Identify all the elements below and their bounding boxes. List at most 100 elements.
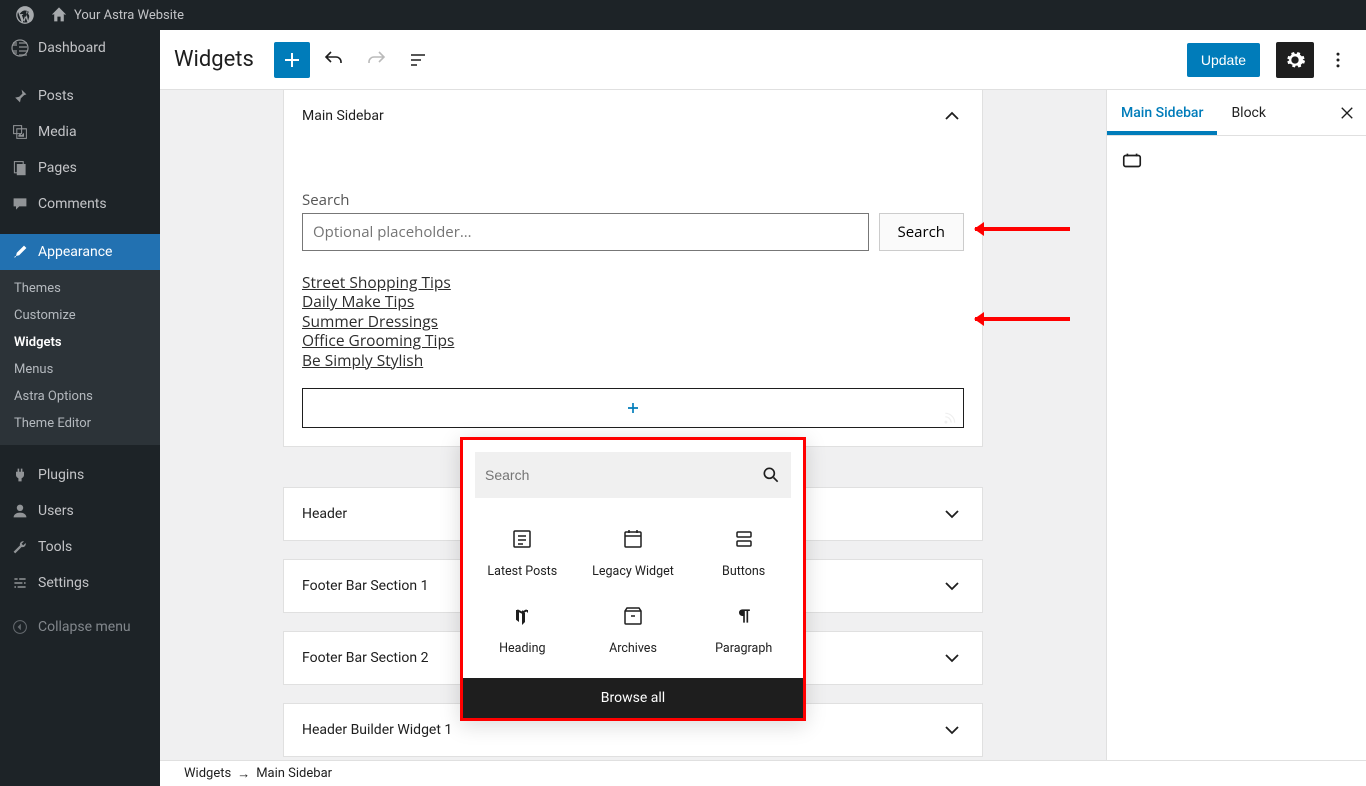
menu-posts[interactable]: Posts bbox=[0, 78, 160, 114]
collapse-label: Collapse menu bbox=[38, 619, 131, 635]
inserter-search bbox=[475, 452, 791, 498]
menu-label: Tools bbox=[38, 539, 72, 555]
menu-tools[interactable]: Tools bbox=[0, 529, 160, 565]
menu-users[interactable]: Users bbox=[0, 493, 160, 529]
wp-admin-bar: Your Astra Website bbox=[0, 0, 1366, 30]
more-button[interactable] bbox=[1324, 42, 1352, 78]
tab-block[interactable]: Block bbox=[1217, 90, 1280, 135]
editor-main: Widgets Update bbox=[160, 30, 1366, 786]
menu-plugins[interactable]: Plugins bbox=[0, 457, 160, 493]
plug-icon bbox=[10, 465, 30, 485]
block-label: Archives bbox=[609, 641, 657, 656]
close-inspector-button[interactable] bbox=[1328, 104, 1366, 122]
pin-icon bbox=[10, 86, 30, 106]
menu-label: Media bbox=[38, 124, 77, 140]
block-archives[interactable]: Archives bbox=[578, 591, 689, 668]
block-appender[interactable] bbox=[302, 388, 964, 428]
block-label: Heading bbox=[499, 641, 545, 656]
chevron-down-icon bbox=[940, 574, 964, 598]
site-name: Your Astra Website bbox=[74, 8, 184, 23]
sub-theme-editor[interactable]: Theme Editor bbox=[0, 410, 160, 437]
brush-icon bbox=[10, 242, 30, 262]
redo-button[interactable] bbox=[358, 42, 394, 78]
undo-button[interactable] bbox=[316, 42, 352, 78]
menu-comments[interactable]: Comments bbox=[0, 186, 160, 222]
editor-header: Widgets Update bbox=[160, 30, 1366, 90]
page-title: Widgets bbox=[174, 47, 254, 72]
search-submit-button[interactable]: Search bbox=[879, 213, 965, 251]
menu-appearance[interactable]: Appearance bbox=[0, 234, 160, 270]
menu-label: Appearance bbox=[38, 244, 112, 260]
widget-area-title: Footer Bar Section 1 bbox=[302, 578, 428, 594]
chevron-up-icon bbox=[940, 104, 964, 128]
sub-menus[interactable]: Menus bbox=[0, 356, 160, 383]
widget-area-title: Footer Bar Section 2 bbox=[302, 650, 428, 666]
breadcrumb-current[interactable]: Main Sidebar bbox=[256, 766, 332, 781]
widget-area-title: Header Builder Widget 1 bbox=[302, 722, 452, 738]
menu-settings[interactable]: Settings bbox=[0, 565, 160, 601]
sub-customize[interactable]: Customize bbox=[0, 302, 160, 329]
post-link[interactable]: Office Grooming Tips bbox=[302, 331, 964, 350]
breadcrumb-root[interactable]: Widgets bbox=[184, 766, 231, 781]
menu-label: Dashboard bbox=[38, 40, 106, 56]
block-paragraph[interactable]: Paragraph bbox=[688, 591, 799, 668]
tab-widget-area[interactable]: Main Sidebar bbox=[1107, 90, 1217, 135]
wrench-icon bbox=[10, 537, 30, 557]
inserter-grid: Latest Posts Legacy Widget Buttons bbox=[463, 510, 803, 678]
rss-ghost-icon bbox=[943, 411, 957, 425]
search-input[interactable] bbox=[302, 213, 869, 251]
pages-icon bbox=[10, 158, 30, 178]
menu-label: Posts bbox=[38, 88, 74, 104]
home-icon bbox=[50, 6, 68, 24]
chevron-down-icon bbox=[940, 718, 964, 742]
list-view-button[interactable] bbox=[400, 42, 436, 78]
buttons-icon bbox=[732, 526, 756, 552]
annotation-arrow bbox=[975, 317, 1070, 321]
menu-label: Comments bbox=[38, 196, 107, 212]
inspector-tabs: Main Sidebar Block bbox=[1107, 90, 1366, 136]
menu-media[interactable]: Media bbox=[0, 114, 160, 150]
menu-pages[interactable]: Pages bbox=[0, 150, 160, 186]
admin-menu: Dashboard Posts Media Pages Comments bbox=[0, 30, 160, 786]
widget-area-header[interactable]: Main Sidebar bbox=[284, 90, 982, 142]
editor-canvas[interactable]: Main Sidebar Search Search bbox=[160, 90, 1106, 786]
block-breadcrumb: Widgets → Main Sidebar bbox=[160, 760, 1366, 786]
update-button[interactable]: Update bbox=[1187, 43, 1260, 77]
breadcrumb-separator: → bbox=[237, 766, 250, 782]
inserter-search-input[interactable] bbox=[485, 467, 761, 483]
widget-area-main-sidebar: Main Sidebar Search Search bbox=[283, 90, 983, 447]
sub-widgets[interactable]: Widgets bbox=[0, 329, 160, 356]
block-latest-posts[interactable]: Latest Posts bbox=[467, 514, 578, 591]
submenu-appearance: Themes Customize Widgets Menus Astra Opt… bbox=[0, 270, 160, 445]
search-icon bbox=[761, 465, 781, 485]
site-link[interactable]: Your Astra Website bbox=[42, 6, 192, 24]
block-label: Buttons bbox=[722, 564, 765, 579]
settings-button[interactable] bbox=[1276, 42, 1314, 78]
collapse-icon bbox=[10, 617, 30, 637]
block-legacy-widget[interactable]: Legacy Widget bbox=[578, 514, 689, 591]
widget-area-icon bbox=[1121, 150, 1352, 172]
sub-astra-options[interactable]: Astra Options bbox=[0, 383, 160, 410]
wp-logo[interactable] bbox=[8, 6, 42, 24]
archives-icon bbox=[621, 603, 645, 629]
block-heading[interactable]: Heading bbox=[467, 591, 578, 668]
menu-dashboard[interactable]: Dashboard bbox=[0, 30, 160, 66]
block-buttons[interactable]: Buttons bbox=[688, 514, 799, 591]
latest-posts-widget: Street Shopping Tips Daily Make Tips Sum… bbox=[302, 273, 964, 370]
search-widget-label: Search bbox=[302, 190, 964, 210]
browse-all-button[interactable]: Browse all bbox=[463, 678, 803, 718]
block-label: Paragraph bbox=[715, 641, 772, 656]
widget-area-title: Header bbox=[302, 506, 347, 522]
comments-icon bbox=[10, 194, 30, 214]
heading-icon bbox=[513, 603, 531, 629]
widget-area-title: Main Sidebar bbox=[302, 108, 384, 124]
media-icon bbox=[10, 122, 30, 142]
post-link[interactable]: Be Simply Stylish bbox=[302, 351, 964, 370]
inserter-toggle[interactable] bbox=[274, 42, 310, 78]
menu-label: Plugins bbox=[38, 467, 84, 483]
sub-themes[interactable]: Themes bbox=[0, 275, 160, 302]
user-icon bbox=[10, 501, 30, 521]
chevron-down-icon bbox=[940, 502, 964, 526]
collapse-menu[interactable]: Collapse menu bbox=[0, 609, 160, 645]
post-link[interactable]: Daily Make Tips bbox=[302, 292, 964, 311]
